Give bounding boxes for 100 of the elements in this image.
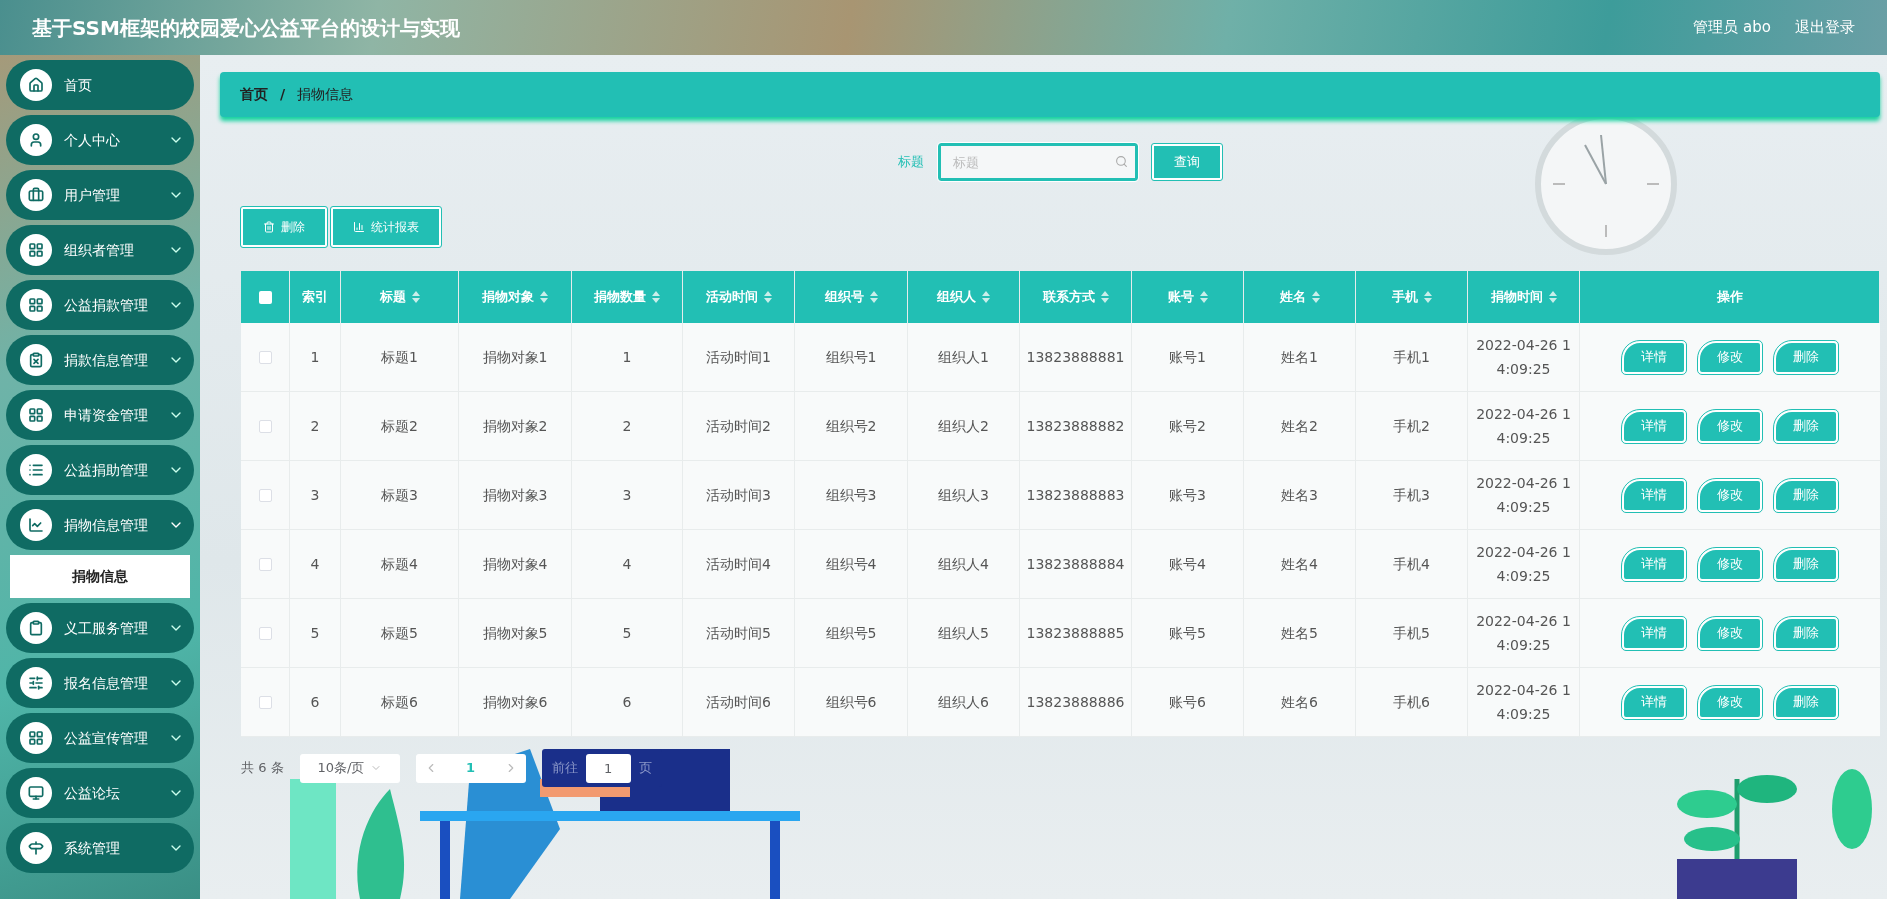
page-size-select[interactable]: 10条/页 bbox=[299, 753, 400, 783]
clipboard-icon bbox=[28, 352, 44, 368]
table-cell-text: 账号1 bbox=[1169, 348, 1206, 367]
sidebar-menu-item[interactable]: 公益宣传管理 bbox=[6, 713, 194, 763]
table-cell-text: 2022-04-26 14:09:25 bbox=[1475, 681, 1572, 724]
select-all-checkbox[interactable] bbox=[258, 290, 272, 304]
search-icon bbox=[1115, 155, 1128, 168]
row-action-button[interactable]: 修改 bbox=[1698, 478, 1762, 512]
breadcrumb-item[interactable]: 首页 bbox=[240, 84, 268, 105]
table-cell-text: 标题2 bbox=[381, 417, 418, 436]
sidebar-menu-item[interactable]: 捐物信息管理 bbox=[6, 500, 194, 550]
table-cell-text: 2022-04-26 14:09:25 bbox=[1475, 336, 1572, 379]
row-action-button[interactable]: 详情 bbox=[1622, 685, 1686, 719]
row-action-button[interactable]: 删除 bbox=[1774, 409, 1838, 443]
row-action-button[interactable]: 详情 bbox=[1622, 616, 1686, 650]
sort-icon[interactable] bbox=[540, 291, 548, 303]
sidebar-menu-item[interactable]: 系统管理 bbox=[6, 823, 194, 873]
sort-icon[interactable] bbox=[1311, 291, 1320, 303]
sidebar-menu-item[interactable]: 首页 bbox=[6, 60, 194, 110]
sidebar-menu-item[interactable]: 义工服务管理 bbox=[6, 603, 194, 653]
query-button[interactable]: 查询 bbox=[1152, 144, 1222, 180]
table-cell-text: 捐物对象1 bbox=[482, 348, 548, 367]
column-header[interactable]: 组织人 bbox=[937, 287, 976, 307]
sort-icon[interactable] bbox=[411, 291, 420, 303]
sidebar-menu-item[interactable]: 公益捐款管理 bbox=[6, 280, 194, 330]
table-cell-text: 2 bbox=[310, 417, 320, 436]
goto-page-field[interactable]: 1 bbox=[585, 753, 631, 783]
report-button[interactable]: 统计报表 bbox=[331, 207, 441, 247]
sort-icon[interactable] bbox=[763, 291, 772, 303]
column-header[interactable]: 捐物时间 bbox=[1490, 287, 1543, 307]
table-cell-text: 13823888884 bbox=[1026, 555, 1125, 574]
delete-button[interactable]: 删除 bbox=[241, 207, 327, 247]
table-cell-text: 5 bbox=[310, 624, 320, 643]
row-action-button[interactable]: 修改 bbox=[1698, 340, 1762, 374]
sidebar-menu-item[interactable]: 捐款信息管理 bbox=[6, 335, 194, 385]
table-cell-text: 组织人5 bbox=[938, 624, 989, 643]
goto-label: 前往 bbox=[551, 759, 578, 778]
table-cell-text: 组织人1 bbox=[938, 348, 989, 367]
column-header[interactable]: 捐物对象 bbox=[482, 287, 534, 307]
table-cell-text: 标题6 bbox=[381, 693, 418, 712]
row-action-button[interactable]: 删除 bbox=[1774, 616, 1838, 650]
sort-icon[interactable] bbox=[652, 291, 660, 303]
sidebar-menu-item[interactable]: 申请资金管理 bbox=[6, 390, 194, 440]
table-cell-text: 姓名3 bbox=[1281, 486, 1318, 505]
sort-icon[interactable] bbox=[982, 291, 990, 303]
row-action-button[interactable]: 删除 bbox=[1774, 478, 1838, 512]
admin-label: 管理员 abo bbox=[1693, 17, 1771, 39]
table-cell-text: 13823888881 bbox=[1026, 348, 1125, 367]
logout-link[interactable]: 退出登录 bbox=[1795, 16, 1855, 39]
sidebar-menu-item[interactable]: 组织者管理 bbox=[6, 225, 194, 275]
sort-icon[interactable] bbox=[1423, 291, 1432, 303]
column-header[interactable]: 标题 bbox=[379, 287, 406, 307]
sort-icon[interactable] bbox=[1100, 291, 1109, 303]
row-action-button[interactable]: 详情 bbox=[1622, 409, 1686, 443]
row-checkbox[interactable] bbox=[258, 419, 272, 433]
table-cell-text: 手机1 bbox=[1393, 348, 1430, 367]
table-cell-text: 组织号4 bbox=[825, 555, 877, 574]
sidebar-submenu-item[interactable]: 捐物信息 bbox=[10, 555, 190, 598]
total-count: 共 6 条 bbox=[241, 759, 284, 778]
clipboard-icon bbox=[28, 620, 44, 636]
sidebar-menu-item[interactable]: 公益捐助管理 bbox=[6, 445, 194, 495]
table-cell-text: 标题1 bbox=[381, 348, 418, 367]
table-cell-text: 捐物对象2 bbox=[482, 417, 548, 436]
row-action-button[interactable]: 删除 bbox=[1774, 340, 1838, 374]
sidebar-menu-item[interactable]: 个人中心 bbox=[6, 115, 194, 165]
column-header[interactable]: 组织号 bbox=[824, 287, 864, 307]
row-action-button[interactable]: 修改 bbox=[1698, 547, 1762, 581]
row-action-button[interactable]: 修改 bbox=[1698, 409, 1762, 443]
table-cell-text: 2 bbox=[622, 417, 632, 436]
column-header: 操作 bbox=[1716, 288, 1743, 307]
row-action-button[interactable]: 详情 bbox=[1622, 478, 1686, 512]
row-checkbox[interactable] bbox=[258, 695, 272, 709]
row-action-button[interactable]: 修改 bbox=[1698, 685, 1762, 719]
row-checkbox[interactable] bbox=[258, 488, 272, 502]
column-header[interactable]: 手机 bbox=[1391, 287, 1418, 307]
row-action-button[interactable]: 删除 bbox=[1774, 547, 1838, 581]
column-header[interactable]: 活动时间 bbox=[705, 287, 758, 307]
sidebar-menu-item[interactable]: 报名信息管理 bbox=[6, 658, 194, 708]
sort-icon[interactable] bbox=[1548, 291, 1557, 303]
row-action-button[interactable]: 详情 bbox=[1622, 340, 1686, 374]
sidebar-menu-item[interactable]: 用户管理 bbox=[6, 170, 194, 220]
column-header[interactable]: 姓名 bbox=[1279, 287, 1306, 307]
table-cell-text: 捐物对象3 bbox=[482, 486, 548, 505]
briefcase-icon bbox=[28, 187, 44, 203]
row-action-button[interactable]: 修改 bbox=[1698, 616, 1762, 650]
column-header[interactable]: 联系方式 bbox=[1042, 287, 1095, 307]
row-action-button[interactable]: 详情 bbox=[1622, 547, 1686, 581]
table-cell-text: 13823888885 bbox=[1026, 624, 1125, 643]
row-checkbox[interactable] bbox=[258, 350, 272, 364]
trash-icon bbox=[263, 221, 275, 233]
sort-icon[interactable] bbox=[869, 291, 878, 303]
row-checkbox[interactable] bbox=[258, 626, 272, 640]
row-action-button[interactable]: 删除 bbox=[1774, 685, 1838, 719]
row-checkbox[interactable] bbox=[258, 557, 272, 571]
column-header[interactable]: 账号 bbox=[1167, 287, 1194, 307]
column-header[interactable]: 捐物数量 bbox=[594, 287, 646, 307]
sort-icon[interactable] bbox=[1199, 291, 1208, 303]
search-field[interactable]: 标题 bbox=[938, 143, 1138, 181]
sidebar-menu-item[interactable]: 公益论坛 bbox=[6, 768, 194, 818]
table-cell-text: 2022-04-26 14:09:25 bbox=[1475, 612, 1572, 655]
